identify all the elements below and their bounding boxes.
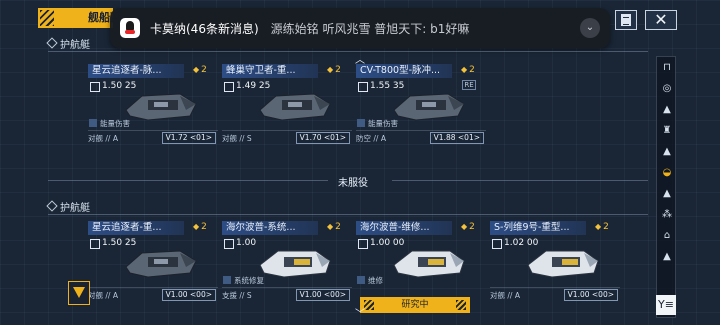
ship-card[interactable]: 海尔波普-系统... 2 1.00 系统修复支援 // S V1.00 <00> xyxy=(222,221,352,303)
ship-skill-tag: 能量伤害 xyxy=(356,118,398,129)
destroyer-icon[interactable]: ▲ xyxy=(660,103,674,117)
section-escort-bottom: 护航艇 xyxy=(46,199,90,214)
carrier-icon[interactable]: ⊓ xyxy=(660,61,674,75)
ship-footer: 对舰 // S V1.70 <01> xyxy=(222,130,352,144)
ship-model-image xyxy=(125,93,197,121)
ship-class-filter-rail: ⊓ ◎ ▲ ♜ ▲ ◒ ▲ ⁂ ⌂ ▲ xyxy=(656,56,676,318)
ship-card[interactable]: CV-T800型-脉冲...21.55 35RE能量伤害防空 // AV1.88… xyxy=(356,64,486,146)
expand-down-icon[interactable]: ﹀ xyxy=(355,305,365,320)
ship-role: 对舰 // A xyxy=(88,291,118,300)
frigate-icon[interactable]: ◎ xyxy=(660,82,674,96)
ship-name: 海尔波普-系统... xyxy=(222,221,318,235)
research-status-badge: 研究中 xyxy=(360,297,470,313)
ship-version: V1.00 <00> xyxy=(295,289,350,301)
ship-footer: 支援 // S V1.00 <00> xyxy=(222,287,352,301)
ship-role: 防空 // A xyxy=(356,134,386,143)
cruiser-icon[interactable]: ♜ xyxy=(660,124,674,138)
ship-star-badge: 2 xyxy=(461,222,475,232)
collapse-up-icon[interactable]: ︿ xyxy=(355,51,365,66)
filter-icon: Y≡ xyxy=(658,298,674,311)
ship-skill-tag: 系统修复 xyxy=(222,275,264,286)
ship-role: 支援 // S xyxy=(222,291,252,300)
ship-skill-tag: 维修 xyxy=(356,275,383,286)
research-label: 研究中 xyxy=(401,300,429,310)
ship-skill-tag: 能量伤害 xyxy=(88,118,130,129)
ship-model-image xyxy=(527,250,599,278)
fleet-emblem-icon[interactable] xyxy=(68,281,90,305)
ship-level: 1.00 xyxy=(222,237,256,249)
aux-icon[interactable]: ▲ xyxy=(660,250,674,264)
chevron-down-icon[interactable]: ⌄ xyxy=(580,18,600,38)
corvette-icon[interactable]: ◒ xyxy=(660,166,674,180)
escort-icon[interactable]: ▲ xyxy=(660,187,674,201)
ship-role: 对舰 // S xyxy=(222,134,252,143)
ship-version: V1.72 <01> xyxy=(161,132,216,144)
ship-footer: 对舰 // A V1.72 <01> xyxy=(88,130,218,144)
ship-model-image xyxy=(259,93,331,121)
ship-name: 海尔波普-维修... xyxy=(356,221,452,235)
ship-star-badge: 2 xyxy=(193,222,207,232)
base-icon[interactable]: ⌂ xyxy=(660,229,674,243)
ship-role: 对舰 // A xyxy=(88,134,118,143)
ship-footer: 对舰 // A V1.00 <00> xyxy=(490,287,620,301)
ship-star-badge: 2 xyxy=(327,65,341,75)
cluster-icon[interactable]: ⁂ xyxy=(660,208,674,222)
ship-name: 蜂巢守卫者-重... xyxy=(222,64,318,78)
hazard-stripe-icon xyxy=(40,10,54,26)
escort-section-icon xyxy=(46,200,58,212)
ship-model-image xyxy=(259,250,331,278)
ship-card[interactable]: 星云追逐者-脉...21.50 25能量伤害对舰 // AV1.72 <01> xyxy=(88,64,218,146)
section-label: 护航艇 xyxy=(60,202,90,214)
qq-notification[interactable]: 卡莫纳(46条新消息) 源练始铭 听风兆雪 普旭天下: b1好嘛 ⌄ xyxy=(110,8,610,48)
ship-name: 星云追逐者-重... xyxy=(88,221,184,235)
ship-star-badge: 2 xyxy=(193,65,207,75)
ship-model-image xyxy=(393,250,465,278)
ship-footer: 防空 // A V1.88 <01> xyxy=(356,130,486,144)
ship-version: V1.88 <01> xyxy=(429,132,484,144)
ship-name: 星云追逐者-脉... xyxy=(88,64,184,78)
ship-star-badge: 2 xyxy=(327,222,341,232)
ship-model-image xyxy=(125,250,197,278)
section-label: 护航艇 xyxy=(60,39,90,51)
section-unassigned: 未服役 xyxy=(338,178,368,189)
qq-app-icon xyxy=(120,18,140,38)
ship-name: CV-T800型-脉冲... xyxy=(356,64,452,78)
document-icon[interactable] xyxy=(615,10,637,30)
ship-role: 对舰 // A xyxy=(490,291,520,300)
ship-card[interactable]: 海尔波普-维修...21.00 00维修 xyxy=(356,221,486,303)
notification-message: 源练始铭 听风兆雪 普旭天下: b1好嘛 xyxy=(270,21,470,36)
close-icon: ✕ xyxy=(654,10,668,29)
ship-card[interactable]: 星云追逐者-重...21.50 25对舰 // AV1.00 <00> xyxy=(88,221,218,303)
section-escort-top: 护航艇 xyxy=(46,36,90,51)
ship-card[interactable]: S-列维9号-重型...21.02 00对舰 // AV1.00 <00> xyxy=(490,221,620,303)
escort-section-icon xyxy=(46,37,58,49)
ship-version: V1.70 <01> xyxy=(295,132,350,144)
notification-title: 卡莫纳(46条新消息) xyxy=(150,21,259,36)
ship-version: V1.00 <00> xyxy=(563,289,618,301)
ship-star-badge: 2 xyxy=(461,65,475,75)
filter-button[interactable]: Y≡ xyxy=(656,295,676,315)
ship-star-badge: 2 xyxy=(595,222,609,232)
battlecruiser-icon[interactable]: ▲ xyxy=(660,145,674,159)
close-button[interactable]: ✕ xyxy=(645,10,677,30)
ship-version: V1.00 <00> xyxy=(161,289,216,301)
ship-card[interactable]: 蜂巢守卫者-重...21.49 25对舰 // SV1.70 <01> xyxy=(222,64,352,146)
ship-model-image xyxy=(393,93,465,121)
ship-footer: 对舰 // A V1.00 <00> xyxy=(88,287,218,301)
ship-name: S-列维9号-重型... xyxy=(490,221,586,235)
